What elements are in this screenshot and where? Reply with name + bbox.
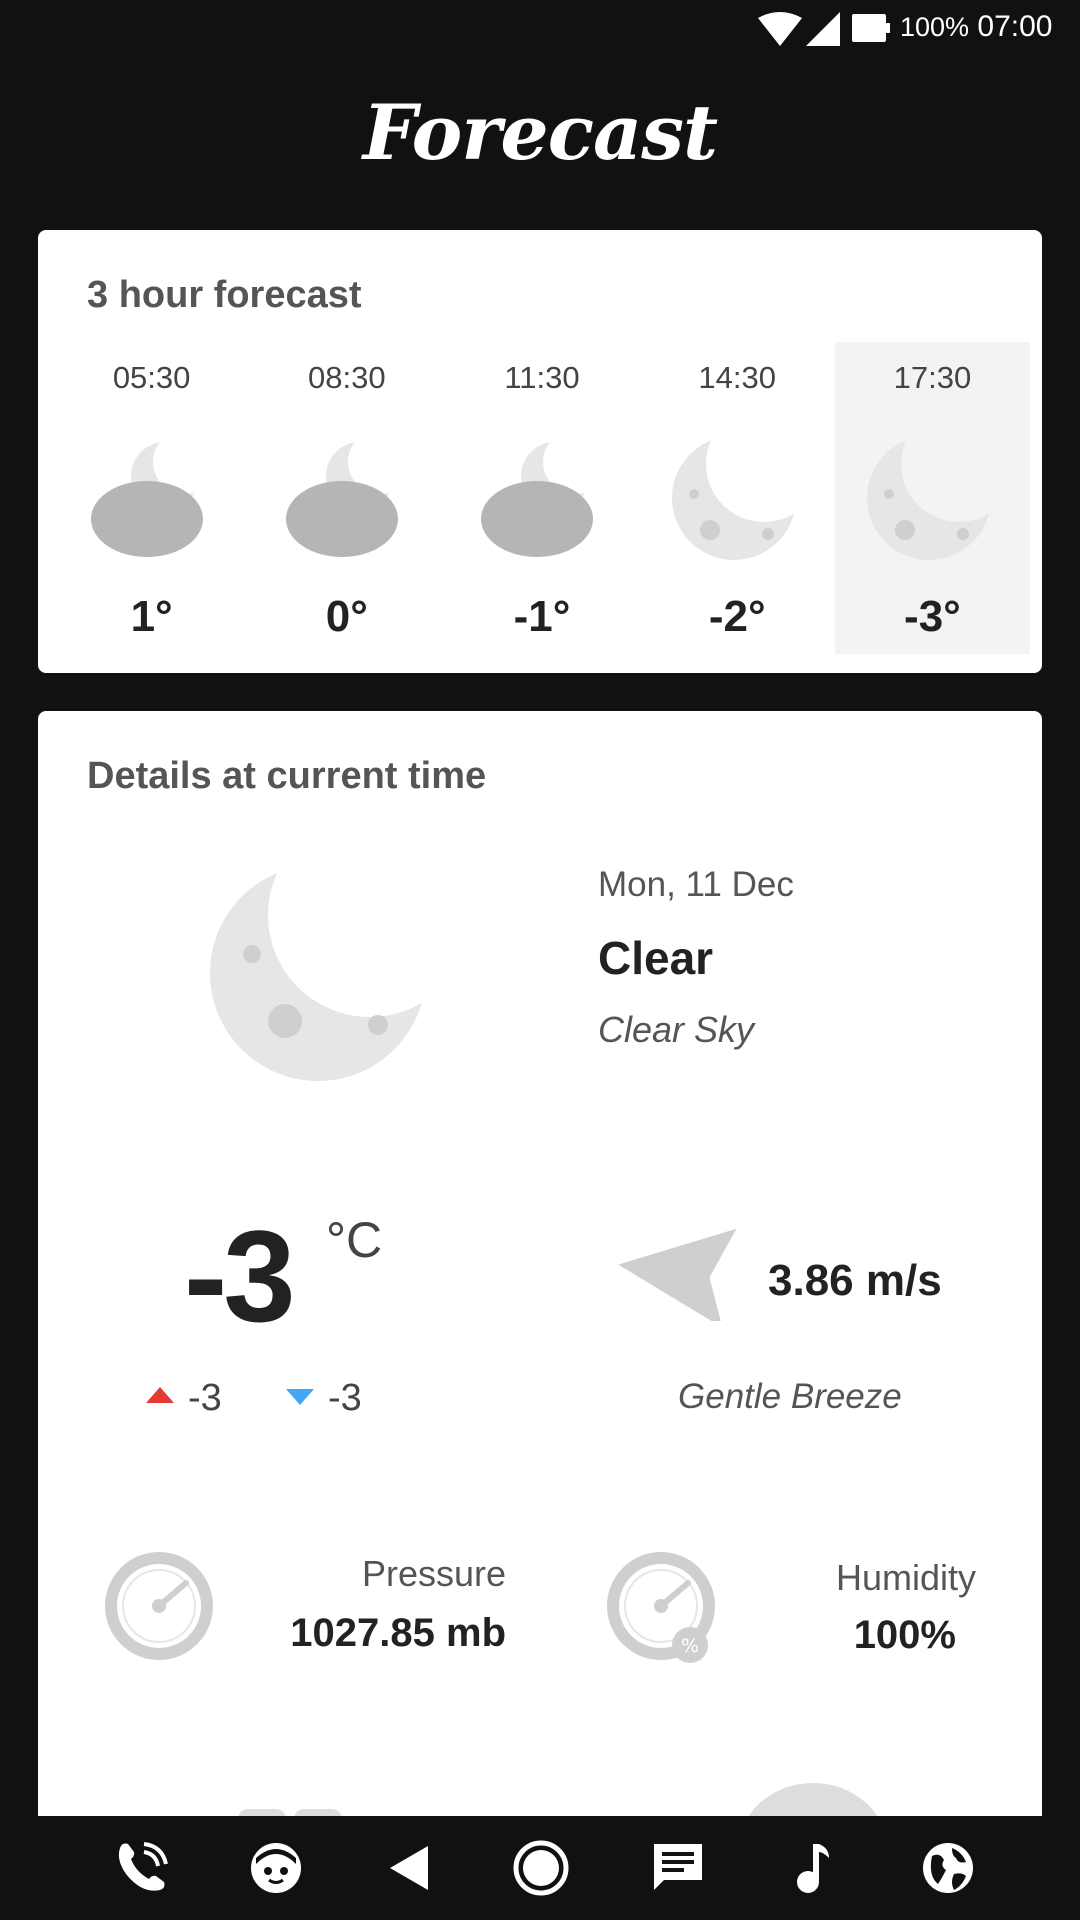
app-title: Forecast — [362, 88, 718, 177]
hourly-forecast-title: 3 hour forecast — [87, 274, 362, 316]
battery-icon — [852, 14, 890, 42]
messenger-icon[interactable] — [246, 1838, 306, 1898]
status-text: 100% 07:00 — [900, 10, 1052, 44]
wind-speed: 3.86 m/s — [768, 1256, 942, 1305]
moon-icon — [867, 434, 998, 560]
hourly-item[interactable]: 14:30 -2° — [640, 342, 835, 654]
detail-date: Mon, 11 Dec — [598, 865, 794, 904]
current-temperature: -3 — [184, 1203, 296, 1349]
pressure-value: 1027.85 mb — [290, 1611, 506, 1655]
navigation-bar — [0, 1816, 1080, 1920]
phone-icon[interactable] — [112, 1838, 172, 1898]
details-card: Details at current time Mon, 11 Dec Clea… — [38, 711, 1042, 1920]
humidity-label: Humidity — [835, 1557, 976, 1598]
temp-min-icon — [286, 1389, 314, 1405]
hourly-time: 08:30 — [308, 360, 386, 395]
hourly-temp: -3° — [904, 592, 961, 641]
hourly-item-selected[interactable]: 17:30 -3° — [834, 342, 1031, 654]
hourly-time: 17:30 — [893, 360, 972, 395]
hourly-item[interactable]: 08:30 0° — [249, 342, 444, 654]
partly-cloudy-night-icon — [481, 434, 607, 557]
wind-description: Gentle Breeze — [678, 1377, 902, 1416]
temp-min: -3 — [328, 1377, 362, 1419]
pressure-label: Pressure — [361, 1553, 506, 1594]
messages-icon[interactable] — [648, 1838, 708, 1898]
hourly-time: 11:30 — [504, 360, 580, 395]
partly-cloudy-night-icon — [90, 434, 217, 557]
hourly-temp: 1° — [130, 592, 173, 641]
hourly-temp: 0° — [325, 592, 368, 641]
wind-direction-icon — [618, 1228, 737, 1321]
partly-cloudy-night-icon — [285, 434, 412, 557]
hourly-time: 05:30 — [112, 360, 191, 395]
battery-percent: 100% — [900, 12, 970, 42]
clock: 07:00 — [977, 10, 1053, 43]
moon-icon — [672, 434, 803, 560]
hourly-temp: -2° — [708, 592, 766, 641]
moon-icon — [210, 853, 448, 1081]
humidity-gauge-icon: % — [607, 1552, 715, 1663]
back-icon[interactable] — [380, 1838, 440, 1898]
hourly-item[interactable]: 11:30 -1° — [444, 342, 639, 654]
hourly-forecast-card: 3 hour forecast 05:30 1° 08:30 0° 11:30 — [38, 230, 1042, 673]
wifi-icon — [758, 12, 802, 46]
svg-text:%: % — [681, 1635, 699, 1657]
temp-max: -3 — [188, 1377, 222, 1419]
hourly-forecast-list: 05:30 1° 08:30 0° 11:30 -1° 14:30 -2° 17… — [54, 342, 1031, 654]
hourly-item[interactable]: 05:30 1° — [54, 342, 249, 654]
temperature-unit: °C — [326, 1212, 383, 1268]
detail-description: Clear Sky — [598, 1009, 755, 1050]
music-icon[interactable] — [783, 1838, 843, 1898]
temp-max-icon — [146, 1387, 174, 1403]
hourly-time: 14:30 — [698, 360, 776, 395]
details-title: Details at current time — [87, 755, 487, 797]
browser-icon[interactable] — [918, 1838, 978, 1898]
hourly-temp: -1° — [513, 592, 571, 641]
signal-icon — [806, 12, 840, 46]
humidity-value: 100% — [853, 1613, 956, 1657]
pressure-gauge-icon — [105, 1552, 213, 1660]
detail-condition: Clear — [598, 932, 714, 984]
status-bar: 100% 07:00 — [0, 0, 1080, 60]
home-icon[interactable] — [511, 1838, 571, 1898]
